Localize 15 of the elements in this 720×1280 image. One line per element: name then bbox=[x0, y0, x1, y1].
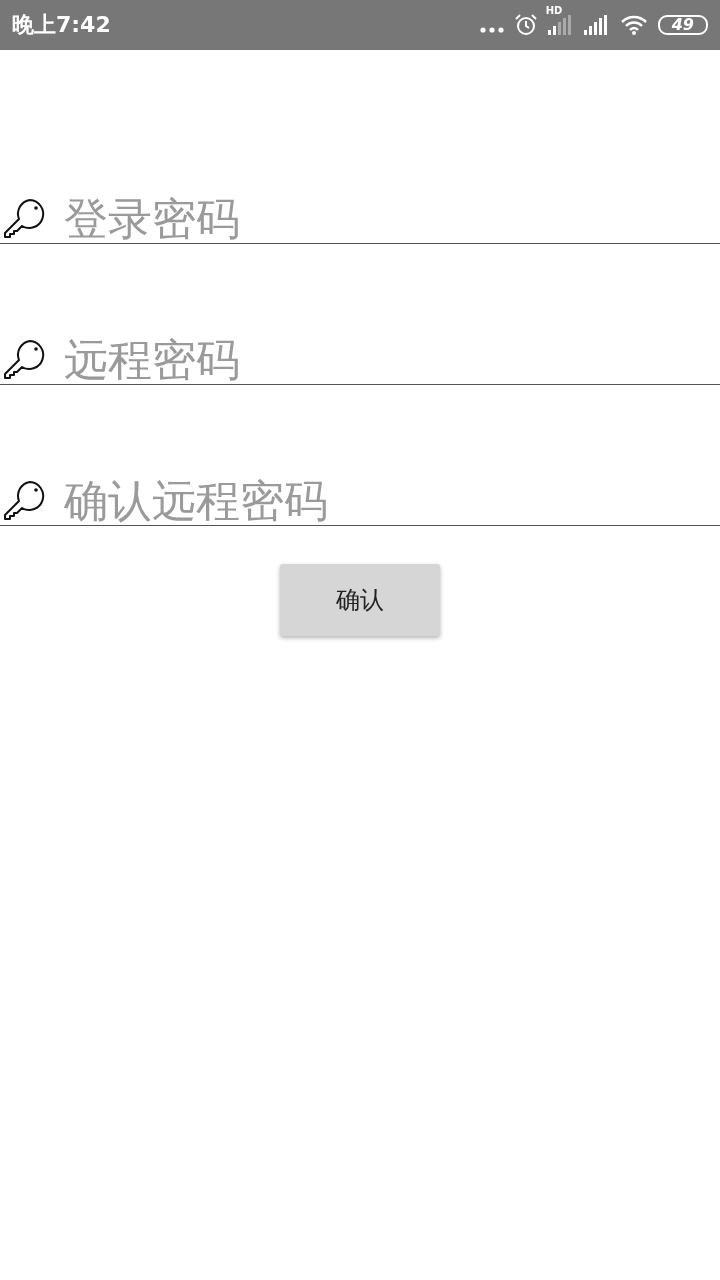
password-field[interactable]: 确认远程密码 bbox=[64, 474, 684, 526]
network-label: HD bbox=[545, 5, 563, 16]
wifi-icon bbox=[619, 14, 648, 36]
password-field[interactable]: 登录密码 bbox=[64, 192, 684, 244]
signal-icon bbox=[583, 15, 610, 35]
more-icon bbox=[479, 27, 504, 33]
battery-indicator: 49 bbox=[657, 15, 708, 35]
signal-icon bbox=[547, 15, 574, 35]
alarm-icon bbox=[513, 13, 538, 37]
key-icon bbox=[4, 339, 46, 379]
key-icon bbox=[4, 480, 46, 520]
password-field[interactable]: 远程密码 bbox=[64, 333, 684, 385]
clock-time: 晚上7:42 bbox=[12, 11, 111, 39]
confirm-button[interactable]: 确认 bbox=[280, 564, 440, 636]
key-icon bbox=[4, 198, 46, 238]
